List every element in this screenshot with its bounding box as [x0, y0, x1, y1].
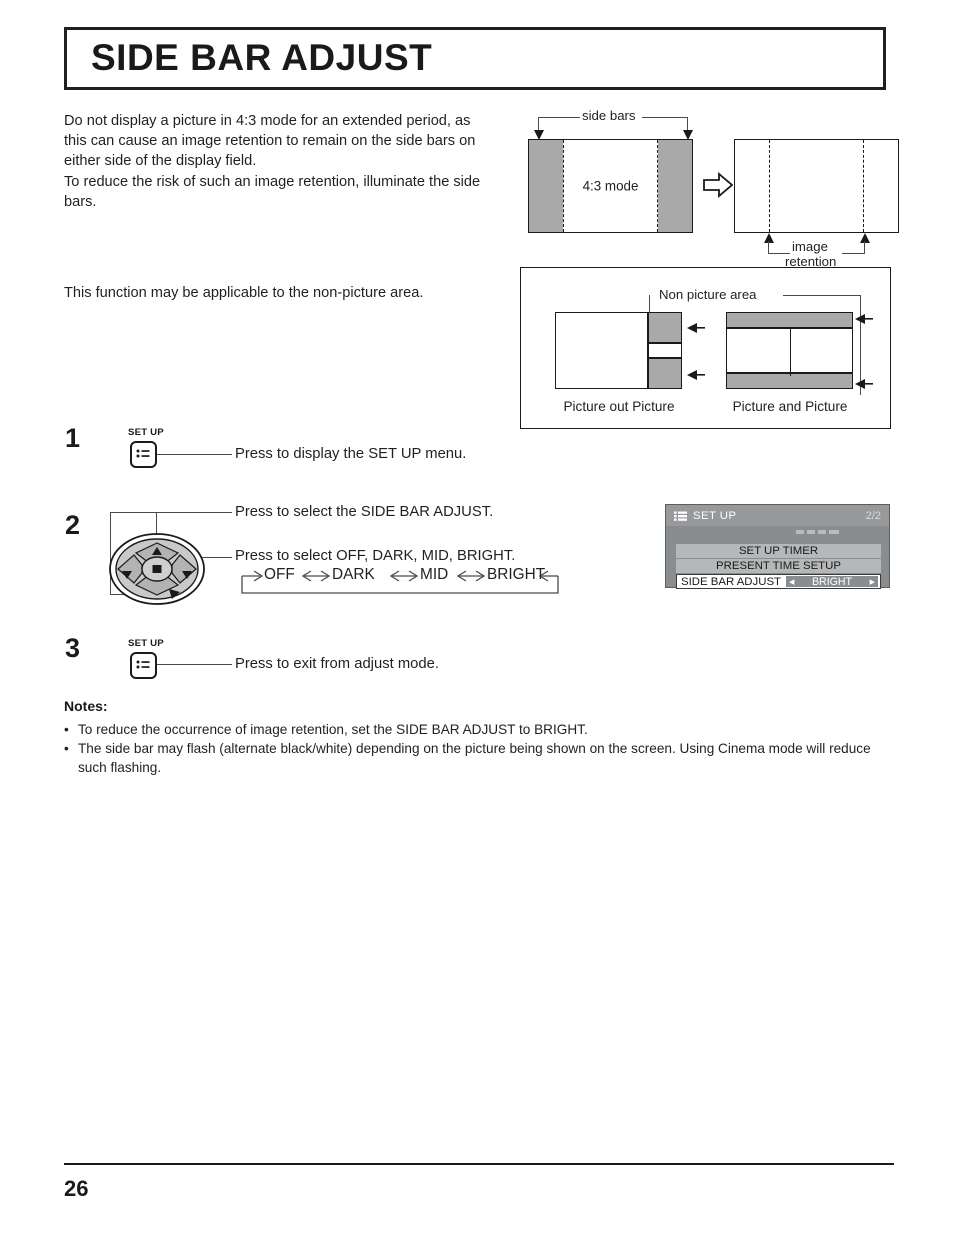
side-bars-leader-left	[538, 117, 580, 119]
image-retention-label-line1: image	[792, 239, 828, 254]
note-text: To reduce the occurrence of image retent…	[78, 722, 588, 737]
cycle-value-bright: BRIGHT	[487, 566, 546, 583]
retention-right-dashed	[863, 140, 864, 232]
osd-value-decrement-icon[interactable]: ◀	[789, 578, 794, 586]
osd-dash-2	[807, 530, 815, 534]
pap-arrow-bottom	[855, 379, 873, 389]
step-3-instruction: Press to exit from adjust mode.	[235, 656, 439, 672]
npa-leader-h-top	[783, 295, 861, 297]
osd-row-side-bar-adjust[interactable]: SIDE BAR ADJUST ◀ BRIGHT ▶	[676, 574, 881, 589]
step-3-button-caption: SET UP	[128, 638, 164, 649]
setup-menu-icon	[136, 449, 150, 458]
block-arrow-right-icon	[703, 172, 733, 198]
list-icon	[674, 511, 687, 521]
osd-value-increment-icon[interactable]: ▶	[870, 578, 875, 586]
osd-row-present-time-setup[interactable]: PRESENT TIME SETUP	[676, 559, 881, 573]
value-cycle-diagram: OFF DARK MID BRIGHT	[236, 566, 566, 599]
step-2-instruction-bottom: Press to select OFF, DARK, MID, BRIGHT.	[235, 548, 516, 564]
pop-divider-vertical	[647, 313, 649, 388]
osd-header: SET UP 2/2	[666, 505, 889, 526]
setup-menu-button-step-3[interactable]	[130, 652, 157, 679]
side-bars-diagram: side bars 4:3 mode image retention	[520, 108, 900, 269]
note-item-2: • The side bar may flash (alternate blac…	[64, 739, 896, 777]
osd-row-label: PRESENT TIME SETUP	[716, 560, 841, 572]
osd-dash-4	[829, 530, 839, 534]
notes-heading: Notes:	[64, 698, 108, 714]
setup-menu-button-step-1[interactable]	[130, 441, 157, 468]
pop-divider-h-bottom	[649, 357, 681, 359]
page-number: 26	[64, 1176, 89, 1201]
non-picture-area-label: Non picture area	[659, 287, 757, 302]
page-title-box: SIDE BAR ADJUST	[64, 27, 886, 90]
step-1-number: 1	[65, 423, 81, 453]
step-2-instruction-top: Press to select the SIDE BAR ADJUST.	[235, 504, 494, 520]
cycle-value-off: OFF	[264, 566, 295, 583]
osd-setup-menu: SET UP 2/2 SET UP TIMER PRESENT TIME SET…	[665, 504, 890, 589]
osd-scroll-indicator	[796, 530, 839, 534]
picture-out-picture-screen	[555, 312, 682, 389]
step-3-leader	[157, 664, 232, 666]
pap-divider-vertical	[789, 327, 792, 376]
osd-row-label: SET UP TIMER	[738, 545, 819, 557]
pop-arrow-top	[687, 323, 705, 333]
pop-gray-top	[649, 313, 681, 342]
osd-dash-3	[818, 530, 826, 534]
osd-row-set-up-timer[interactable]: SET UP TIMER	[676, 544, 881, 558]
picture-out-picture-caption: Picture out Picture	[563, 399, 675, 414]
screen-image-retention	[734, 139, 899, 233]
osd-dash-1	[796, 530, 804, 534]
cycle-value-mid: MID	[420, 566, 449, 583]
page-title: SIDE BAR ADJUST	[91, 36, 433, 78]
mode-label: 4:3 mode	[582, 178, 639, 194]
note-bullet-icon: •	[64, 741, 69, 756]
pop-gray-bottom	[649, 359, 681, 388]
osd-selected-row-label: SIDE BAR ADJUST	[681, 575, 782, 588]
pop-arrow-bottom	[687, 370, 705, 380]
intro-text-1: Do not display a picture in 4:3 mode for…	[64, 113, 481, 210]
step-3-number: 3	[65, 633, 81, 663]
cycle-value-dark: DARK	[332, 566, 375, 583]
non-picture-area-diagram: Non picture area Picture out Picture Pic…	[520, 267, 891, 429]
side-bars-label: side bars	[582, 108, 636, 123]
pap-arrow-top	[855, 314, 873, 324]
note-text: The side bar may flash (alternate black/…	[78, 741, 871, 775]
side-bars-leader-right	[642, 117, 688, 119]
setup-menu-icon	[136, 660, 150, 669]
osd-value-text: BRIGHT	[811, 575, 853, 588]
step-2-leader-arrowhead	[169, 589, 180, 599]
osd-title: SET UP	[693, 509, 737, 522]
retention-leader-h-right	[842, 253, 865, 255]
dpad-navigation-icon[interactable]	[108, 533, 206, 605]
note-bullet-icon: •	[64, 722, 69, 737]
footer-divider	[64, 1163, 894, 1165]
manual-page: SIDE BAR ADJUST Do not display a picture…	[0, 0, 954, 1235]
step-1-button-caption: SET UP	[128, 427, 164, 438]
intro-text-2: This function may be applicable to the n…	[64, 284, 424, 301]
pap-gray-bottom	[727, 374, 852, 388]
intro-paragraph-2: This function may be applicable to the n…	[64, 268, 504, 317]
intro-paragraph-1: Do not display a picture in 4:3 mode for…	[64, 111, 494, 212]
step-1-instruction: Press to display the SET UP menu.	[235, 446, 467, 462]
picture-and-picture-screen	[726, 312, 853, 389]
osd-page-indicator: 2/2	[865, 509, 881, 522]
step-2-leader-top	[110, 512, 232, 514]
pap-gray-top	[727, 313, 852, 327]
pop-divider-h-top	[649, 342, 681, 344]
note-item-1: • To reduce the occurrence of image rete…	[64, 720, 894, 739]
osd-value-stepper[interactable]: ◀ BRIGHT ▶	[786, 575, 878, 588]
screen-4-3-mode: 4:3 mode	[528, 139, 693, 233]
picture-and-picture-caption: Picture and Picture	[732, 399, 848, 414]
step-1-leader	[157, 454, 232, 456]
retention-left-dashed	[769, 140, 770, 232]
step-2-number: 2	[65, 510, 81, 540]
